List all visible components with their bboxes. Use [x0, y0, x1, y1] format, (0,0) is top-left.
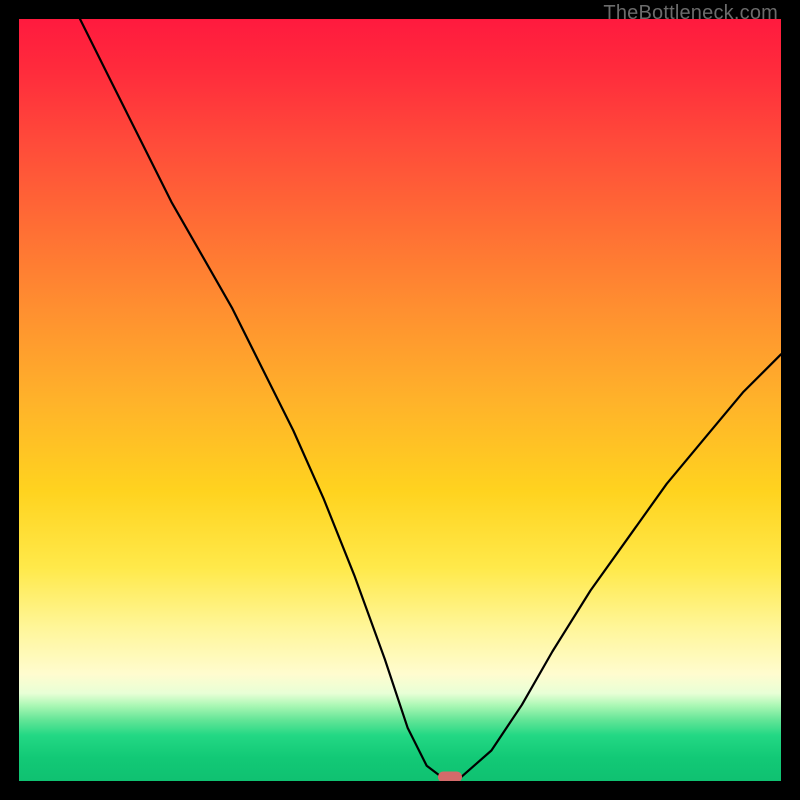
chart-stage: TheBottleneck.com	[0, 0, 800, 800]
optimal-marker	[438, 772, 462, 781]
plot-area	[19, 19, 781, 781]
bottleneck-curve	[19, 19, 781, 781]
